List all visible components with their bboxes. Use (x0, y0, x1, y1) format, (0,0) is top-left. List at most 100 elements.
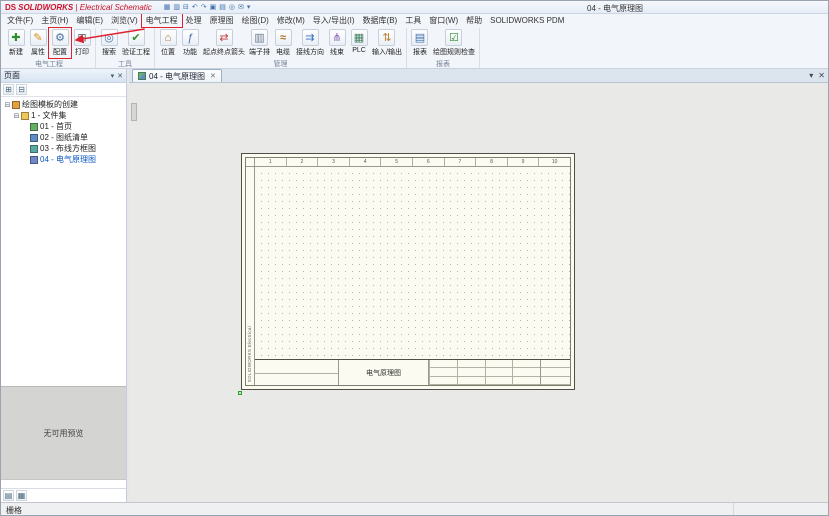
config-icon: ⚙ (51, 29, 69, 46)
tree-item-1[interactable]: ⊟ 1 - 文件集 (1, 110, 126, 121)
title-block-cell (484, 360, 513, 369)
document-tab[interactable]: 04 - 电气原理图 ✕ (132, 69, 222, 82)
sheet-column-label: 7 (443, 158, 476, 166)
ribbon-button-function[interactable]: ƒ 功能 (179, 28, 201, 58)
menu-tab-5[interactable]: 处理 (182, 14, 206, 27)
ribbon-button-location[interactable]: ⌂ 位置 (157, 28, 179, 58)
menu-tab-1[interactable]: 主页(H) (37, 14, 72, 27)
undo-icon[interactable]: ↶ (192, 3, 198, 12)
pages-view-icon[interactable]: ▤ (3, 490, 14, 501)
tree-item-0[interactable]: ⊟ 绘图模板的创建 (1, 99, 126, 110)
tree-item-label: 03 - 布线方框图 (40, 144, 97, 153)
solidworks-logo-icon: DS (5, 2, 17, 12)
ribbon-button-harness[interactable]: ⋔ 线束 (326, 28, 348, 58)
ribbon-button-label: 打印 (75, 49, 89, 56)
drc-icon: ☑ (445, 29, 463, 46)
ribbon-button-label: 新建 (9, 49, 23, 56)
ribbon-button-label: PLC (352, 47, 366, 54)
application-window: DS SOLIDWORKS | Electrical Schematic ▦ ▥ ⊟… (0, 0, 829, 516)
tree-item-2[interactable]: 01 - 首页 (1, 121, 126, 132)
tab-close-icon[interactable]: ✕ (210, 72, 216, 80)
tab-list-dropdown-icon[interactable]: ▾ (809, 71, 813, 80)
close-document-icon[interactable]: ✕ (818, 71, 825, 80)
preview-toggle-icon[interactable]: ▦ (16, 490, 27, 501)
menu-tab-12[interactable]: 窗口(W) (425, 14, 462, 27)
redo-icon[interactable]: ↷ (201, 3, 207, 12)
panel-collapse-handle[interactable] (131, 103, 137, 121)
menu-tab-9[interactable]: 导入/导出(I) (309, 14, 359, 27)
sheet-column-label: 4 (348, 158, 381, 166)
menu-tab-7[interactable]: 绘图(D) (238, 14, 273, 27)
title-block-cell (456, 360, 485, 369)
ribbon-button-cable[interactable]: ≈ 电缆 (272, 28, 294, 58)
ribbon-button-wire-direction[interactable]: ⇉ 接线方向 (294, 28, 326, 58)
more-icon[interactable]: ▾ (247, 3, 251, 12)
tree-item-label: 01 - 首页 (40, 122, 73, 131)
ribbon-button-drc[interactable]: ☑ 绘图规则检查 (431, 28, 477, 58)
io-icon: ⇅ (378, 29, 396, 46)
ribbon-button-label: 线束 (330, 49, 344, 56)
statusbar-right-segment (733, 503, 823, 515)
collapse-all-icon[interactable]: ⊟ (16, 84, 27, 95)
tree-item-3[interactable]: 02 - 图纸清单 (1, 132, 126, 143)
panel-menu-icon[interactable]: ▾ (111, 72, 115, 80)
zoom-icon[interactable]: ◎ (229, 3, 235, 12)
brand-name: SOLIDWORKS (18, 2, 74, 12)
location-icon: ⌂ (159, 29, 177, 46)
quick-access-toolbar: ▦ ▥ ⊟ ↶ ↷ ▣ ▤ ◎ ✉ ▾ (164, 3, 251, 12)
preview-area: 无可用预览 (1, 386, 126, 480)
ribbon-button-config[interactable]: ⚙ 配置 (48, 27, 72, 59)
expander-icon[interactable]: ⊟ (3, 101, 12, 109)
tree-item-5[interactable]: 04 - 电气原理图 (1, 154, 126, 165)
sheet-frame: 1 2 3 4 5 6 7 8 9 10 SOLIDWORKS Electrical 电气原理图 (245, 157, 571, 386)
ribbon-button-terminal-strip[interactable]: ▥ 端子排 (247, 28, 272, 58)
ribbon-button-io[interactable]: ⇅ 输入/输出 (370, 28, 404, 58)
plc-icon: ▦ (350, 29, 368, 46)
menu-tab-4[interactable]: 电气工程 (140, 13, 183, 28)
drawing-canvas[interactable]: 1 2 3 4 5 6 7 8 9 10 SOLIDWORKS Electrical 电气原理图 (129, 83, 828, 502)
sheet-side-band: SOLIDWORKS Electrical (246, 167, 255, 385)
panel-close-icon[interactable]: ✕ (117, 72, 123, 80)
save-all-icon[interactable]: ▥ (173, 3, 180, 12)
title-block-cell (484, 368, 513, 377)
menu-tab-13[interactable]: 帮助 (462, 14, 486, 27)
save-icon[interactable]: ▦ (164, 3, 171, 12)
sheet-side-label: SOLIDWORKS Electrical (247, 325, 252, 382)
drawing-sheet[interactable]: 1 2 3 4 5 6 7 8 9 10 SOLIDWORKS Electrical 电气原理图 (241, 153, 575, 390)
menu-tab-0[interactable]: 文件(F) (3, 14, 37, 27)
ribbon-button-new[interactable]: ✚ 新建 (5, 28, 27, 58)
menu-tab-6[interactable]: 原理图 (206, 14, 238, 27)
ribbon: ✚ 新建 ✎ 属性 ⚙ 配置 ⊟ 打印 电气工程 ◎ 搜索 ✔ 验证工程 工具 ⌂ 位置 ƒ 功能 ⇄ 起点终点箭头 ▥… (1, 27, 828, 69)
expand-all-icon[interactable]: ⊞ (3, 84, 14, 95)
origin-marker (238, 391, 242, 395)
document-tab-label: 04 - 电气原理图 (149, 71, 206, 81)
ribbon-button-verify[interactable]: ✔ 验证工程 (120, 28, 152, 58)
menu-tab-8[interactable]: 修改(M) (273, 14, 309, 27)
ribbon-button-search[interactable]: ◎ 搜索 (98, 28, 120, 58)
tree-item-4[interactable]: 03 - 布线方框图 (1, 143, 126, 154)
menu-tab-3[interactable]: 浏览(V) (107, 14, 142, 27)
ribbon-button-report[interactable]: ▤ 报表 (409, 28, 431, 58)
title-block-cell (541, 368, 570, 377)
paste-icon[interactable]: ▤ (219, 3, 226, 12)
ribbon-button-arrows[interactable]: ⇄ 起点终点箭头 (201, 28, 247, 58)
panel-gap (1, 480, 126, 488)
menu-tab-14[interactable]: SOLIDWORKS PDM (486, 15, 568, 26)
fileset-icon (21, 111, 29, 120)
title-block-cell (512, 376, 540, 385)
mail-icon[interactable]: ✉ (238, 3, 244, 12)
ribbon-button-properties[interactable]: ✎ 属性 (27, 28, 49, 58)
panel-footer: ▤ ▦ (1, 488, 126, 502)
menu-tab-10[interactable]: 数据库(B) (359, 14, 402, 27)
copy-icon[interactable]: ▣ (210, 3, 217, 12)
expander-icon[interactable]: ⊟ (12, 112, 21, 120)
no-preview-label: 无可用预览 (43, 428, 84, 438)
ribbon-button-label: 报表 (412, 49, 427, 56)
print-icon[interactable]: ⊟ (183, 3, 189, 12)
sheet-grid[interactable] (255, 167, 570, 359)
ribbon-button-print[interactable]: ⊟ 打印 (71, 28, 93, 58)
ribbon-button-plc[interactable]: ▦ PLC (348, 28, 370, 55)
menu-tab-11[interactable]: 工具 (401, 14, 425, 27)
menu-tab-2[interactable]: 编辑(E) (72, 14, 107, 27)
schematic-icon (138, 72, 146, 80)
